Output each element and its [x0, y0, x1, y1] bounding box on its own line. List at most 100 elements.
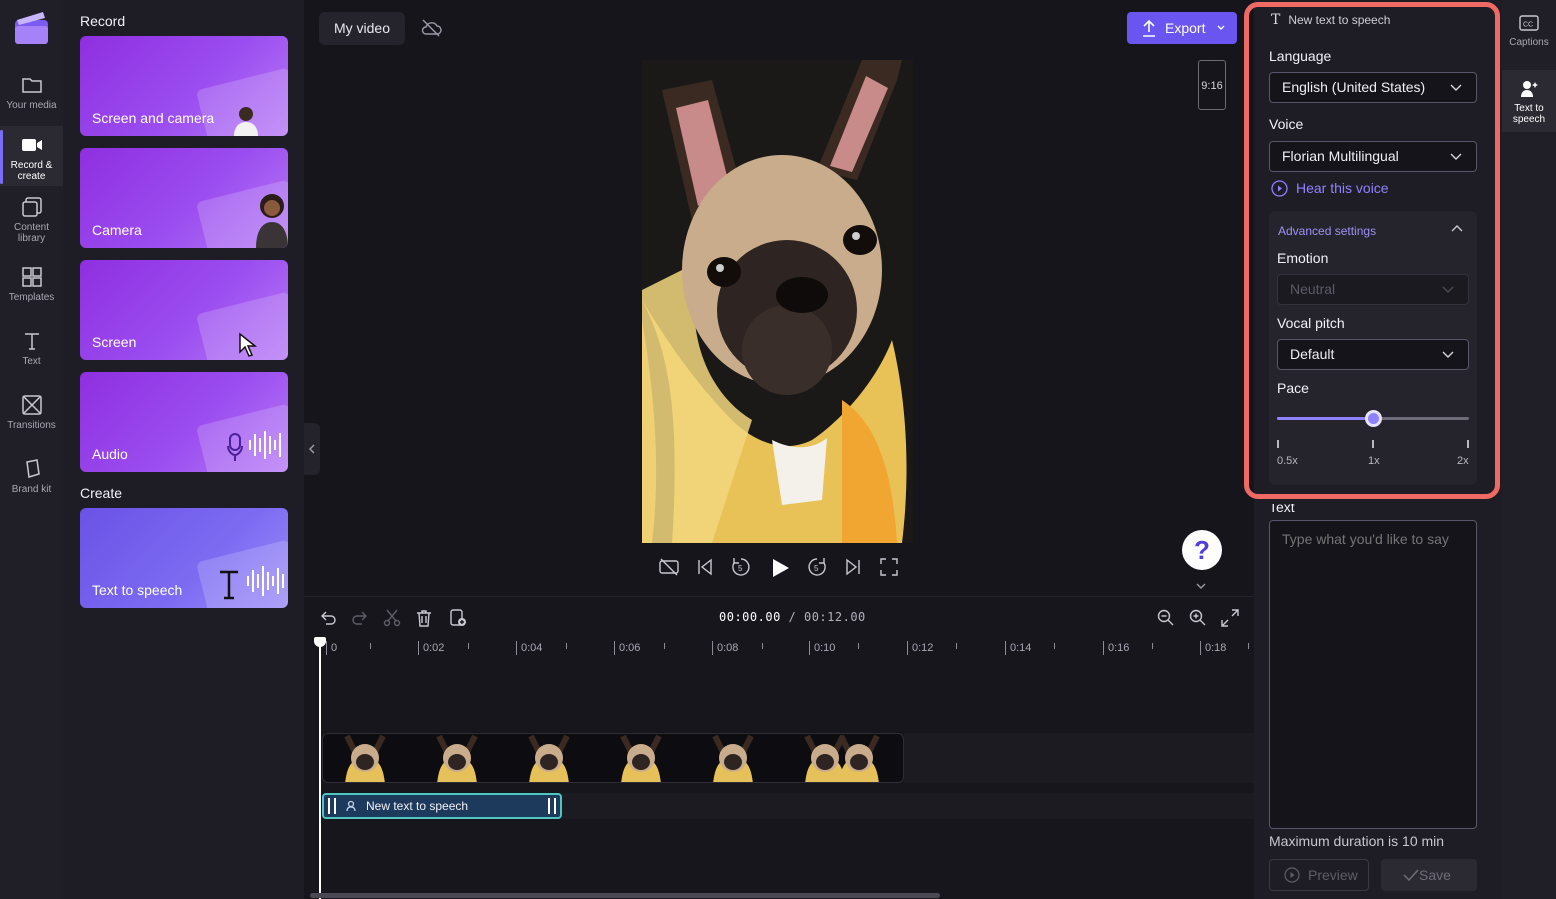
rail-captions[interactable]: CC Captions	[1502, 12, 1556, 48]
split-scissors-icon[interactable]	[382, 608, 402, 628]
nav-brand-kit[interactable]: Brand kit	[0, 458, 63, 495]
vocal-pitch-dropdown[interactable]: Default	[1277, 339, 1469, 370]
text-icon: T	[1271, 12, 1281, 28]
nav-text[interactable]: Text	[0, 330, 63, 367]
play-circle-icon	[1284, 867, 1300, 883]
redo-icon[interactable]	[350, 608, 370, 628]
voice-value: Florian Multilingual	[1282, 148, 1399, 164]
timecode: 00:00.00 / 00:12.00	[719, 610, 866, 624]
advanced-settings-toggle[interactable]: Advanced settings	[1278, 224, 1376, 238]
playhead[interactable]	[314, 637, 326, 899]
nav-label: Record & create	[10, 160, 53, 182]
library-icon	[21, 197, 42, 217]
total-time: / 00:12.00	[788, 610, 866, 624]
language-label: Language	[1269, 48, 1332, 64]
card-screen-and-camera[interactable]: Screen and camera	[80, 36, 288, 136]
video-clip[interactable]	[322, 733, 904, 783]
caption-toggle-off-icon[interactable]	[658, 556, 680, 578]
fullscreen-icon[interactable]	[878, 556, 900, 578]
pace-mark-mid: 1x	[1368, 455, 1380, 467]
pace-slider[interactable]	[1277, 410, 1469, 427]
upload-icon	[1143, 19, 1155, 37]
emotion-dropdown[interactable]: Neutral	[1277, 274, 1469, 305]
project-title[interactable]: My video	[319, 12, 405, 45]
nav-templates[interactable]: Templates	[0, 266, 63, 303]
pace-label: Pace	[1277, 380, 1309, 396]
zoom-in-icon[interactable]	[1188, 608, 1208, 628]
chevron-down-icon[interactable]	[1196, 583, 1206, 589]
tick-label: 0:16	[1103, 641, 1129, 655]
clip-trim-handle-left[interactable]	[328, 798, 336, 814]
card-camera[interactable]: Camera	[80, 148, 288, 248]
nav-content-library[interactable]: Content library	[0, 196, 63, 244]
rewind-5-icon[interactable]: 5	[730, 556, 752, 578]
cloud-sync-off-icon[interactable]	[420, 17, 442, 39]
chevron-up-icon[interactable]	[1451, 225, 1463, 232]
brand-kit-icon	[25, 459, 40, 478]
max-duration-note: Maximum duration is 10 min	[1269, 833, 1445, 849]
save-button[interactable]: Save	[1381, 859, 1477, 891]
pace-mark-max: 2x	[1457, 455, 1469, 467]
rail-text-to-speech[interactable]: Text to speech	[1502, 70, 1556, 132]
tts-text-input[interactable]	[1269, 520, 1477, 829]
speech-icon	[346, 800, 356, 812]
export-label: Export	[1165, 20, 1206, 36]
svg-text:5: 5	[814, 564, 819, 573]
skip-to-end-icon[interactable]	[842, 556, 864, 578]
create-section-title: Create	[80, 485, 123, 501]
undo-icon[interactable]	[318, 608, 338, 628]
hear-voice-label: Hear this voice	[1296, 180, 1389, 196]
aspect-ratio-button[interactable]: 9:16	[1198, 60, 1226, 110]
card-screen[interactable]: Screen	[80, 260, 288, 360]
clip-trim-handle-right[interactable]	[548, 798, 556, 814]
right-rail: CC Captions Text to speech	[1502, 0, 1556, 899]
play-icon[interactable]	[768, 556, 792, 580]
forward-5-icon[interactable]: 5	[806, 556, 828, 578]
tts-audio-clip[interactable]: New text to speech	[322, 793, 562, 819]
vocal-pitch-value: Default	[1290, 346, 1335, 362]
text-to-speech-icon	[1521, 81, 1538, 97]
hear-voice-link[interactable]: Hear this voice	[1271, 179, 1389, 197]
emotion-value: Neutral	[1290, 281, 1336, 297]
nav-label: Your media	[6, 100, 57, 111]
export-button[interactable]: Export	[1127, 12, 1237, 44]
collapse-panel-button[interactable]	[304, 423, 320, 475]
card-text-to-speech[interactable]: Text to speech	[80, 508, 288, 608]
add-to-timeline-icon[interactable]	[448, 608, 468, 628]
nav-label: Templates	[8, 292, 55, 303]
record-create-panel: Record Screen and camera Camera Screen A…	[63, 0, 304, 899]
skip-to-start-icon[interactable]	[694, 556, 716, 578]
text-waveform-icon	[220, 566, 284, 600]
emotion-label: Emotion	[1277, 250, 1329, 266]
card-label: Screen	[92, 334, 137, 350]
nav-label: Content library	[13, 222, 50, 244]
preview-button[interactable]: Preview	[1269, 859, 1369, 891]
voice-dropdown[interactable]: Florian Multilingual	[1269, 141, 1477, 172]
chevron-down-icon	[1442, 351, 1454, 358]
tts-header-label: New text to speech	[1288, 13, 1391, 27]
language-value: English (United States)	[1282, 79, 1426, 95]
nav-transitions[interactable]: Transitions	[0, 394, 63, 431]
timeline-scrollbar[interactable]	[310, 893, 940, 898]
card-label: Audio	[92, 446, 128, 462]
preview-label: Preview	[1308, 867, 1358, 883]
timeline-ruler[interactable]: 0 0:02 0:04 0:06 0:08 0:10 0:12 0:14 0:1…	[320, 639, 1254, 659]
video-thumbnails	[344, 734, 880, 782]
video-preview[interactable]	[642, 60, 913, 543]
nav-label: Brand kit	[11, 484, 52, 495]
card-label: Screen and camera	[92, 110, 215, 126]
tick-label: 0:08	[712, 641, 738, 655]
help-button[interactable]: ?	[1182, 530, 1222, 570]
nav-label: Transitions	[7, 420, 56, 431]
chevron-down-icon	[1450, 84, 1462, 91]
pace-slider-thumb[interactable]	[1365, 410, 1382, 427]
nav-record-create[interactable]: Record & create	[0, 126, 63, 186]
fit-timeline-icon[interactable]	[1220, 608, 1240, 628]
delete-trash-icon[interactable]	[414, 608, 434, 628]
advanced-settings-section: Advanced settings Emotion Neutral Vocal …	[1269, 211, 1477, 485]
person-thumbnail-icon	[234, 107, 258, 136]
language-dropdown[interactable]: English (United States)	[1269, 72, 1477, 103]
card-audio[interactable]: Audio	[80, 372, 288, 472]
zoom-out-icon[interactable]	[1156, 608, 1176, 628]
nav-your-media[interactable]: Your media	[0, 74, 63, 111]
